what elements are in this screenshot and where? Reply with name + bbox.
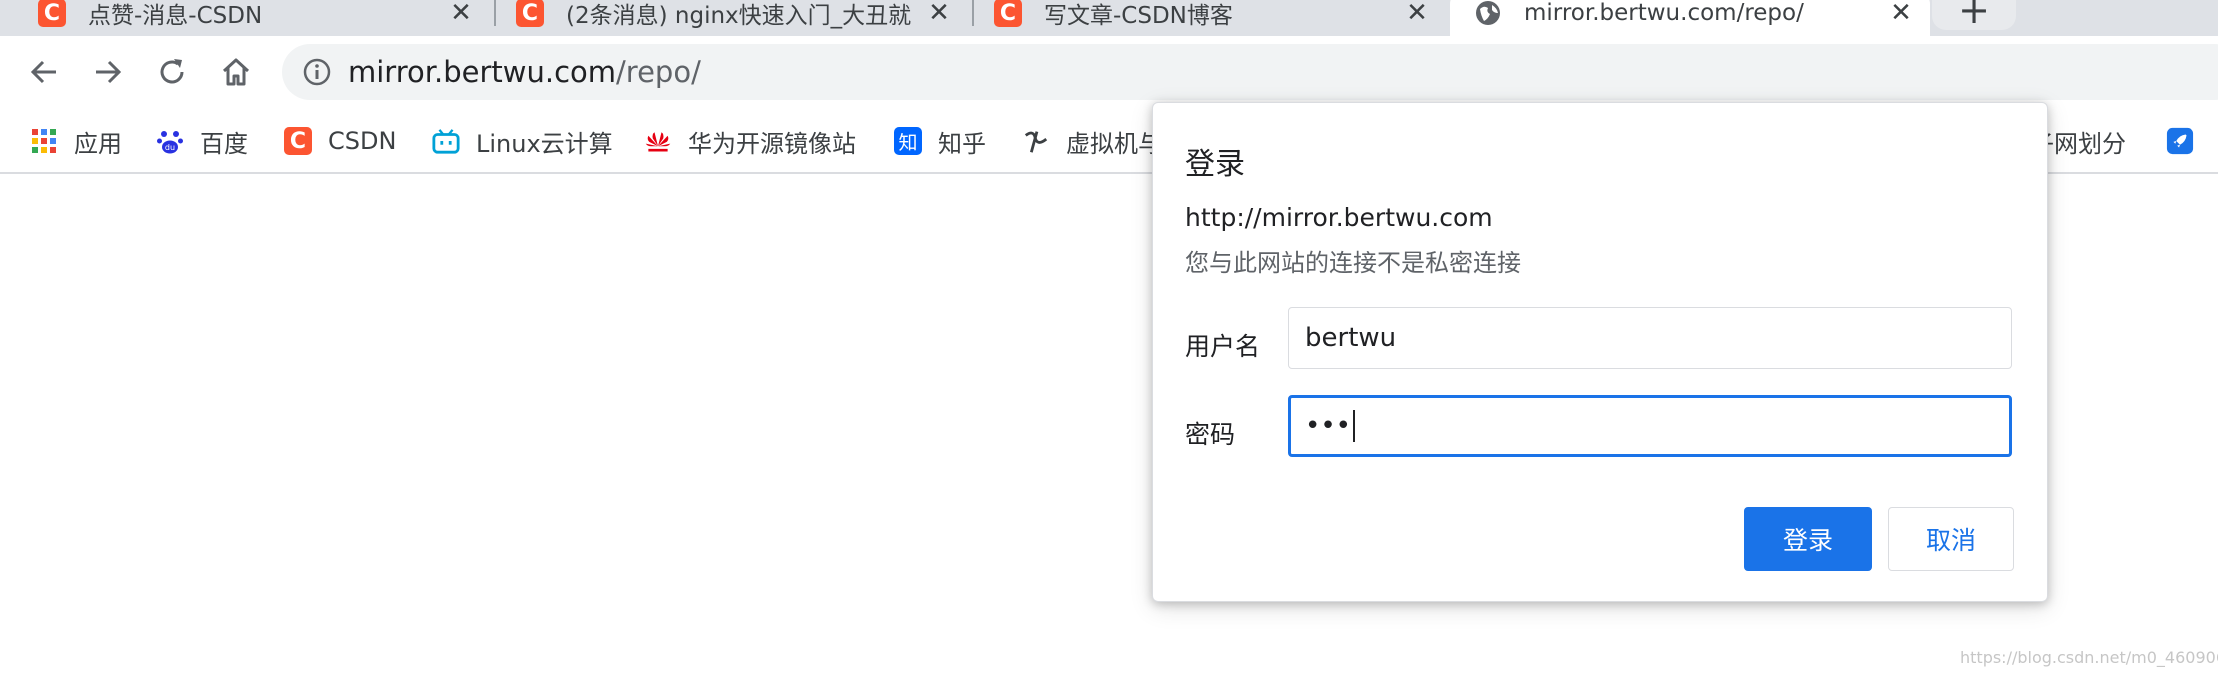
globe-icon (1474, 0, 1502, 27)
vm-logo-icon (1022, 127, 1050, 155)
close-icon[interactable]: ✕ (1402, 0, 1432, 28)
tab-nginx[interactable]: C (2条消息) nginx快速入门_大丑就 ✕ (478, 0, 968, 36)
bookmark-label: 知乎 (938, 129, 986, 158)
forward-arrow-icon (96, 60, 122, 84)
password-input[interactable]: ••• (1288, 395, 2012, 457)
huawei-icon (644, 127, 672, 155)
tab-title: 写文章-CSDN博客 (1044, 3, 1233, 29)
back-arrow-icon (30, 60, 56, 84)
address-path: /repo/ (616, 55, 701, 89)
bookmark-label: 百度 (200, 129, 248, 158)
tab-csdn-likes[interactable]: C 点赞-消息-CSDN ✕ (0, 0, 490, 36)
bookmark-label: CSDN (328, 127, 397, 155)
bilibili-tv-icon (432, 127, 460, 155)
svg-text:du: du (165, 143, 175, 152)
bookmark-apps[interactable]: 应用 (30, 122, 122, 160)
text-caret (1353, 410, 1356, 442)
zhihu-icon: 知 (894, 127, 922, 155)
username-label: 用户名 (1185, 332, 1261, 361)
csdn-icon: C (516, 0, 544, 27)
close-icon[interactable]: ✕ (446, 0, 476, 28)
password-mask: ••• (1305, 411, 1352, 441)
bookmark-label: Linux云计算 (476, 129, 613, 158)
tab-strip: C 点赞-消息-CSDN ✕ C (2条消息) nginx快速入门_大丑就 ✕ … (0, 0, 2218, 36)
baidu-paw-icon: du (156, 127, 184, 155)
tab-title: (2条消息) nginx快速入门_大丑就 (566, 3, 912, 29)
password-label: 密码 (1185, 420, 1236, 449)
watermark: https://blog.csdn.net/m0_46090675 (1960, 648, 2218, 667)
bookmark-huawei-mirror[interactable]: 华为开源镜像站 (644, 122, 856, 160)
dialog-title: 登录 (1185, 147, 1245, 182)
login-button[interactable]: 登录 (1744, 507, 1872, 571)
csdn-icon: C (38, 0, 66, 27)
tab-title: 点赞-消息-CSDN (88, 3, 263, 29)
csdn-icon: C (994, 0, 1022, 27)
reload-icon (160, 59, 184, 84)
bookmark-baidu[interactable]: du 百度 (156, 122, 248, 160)
bookmark-rocket[interactable] (2166, 122, 2210, 160)
reload-button[interactable] (150, 50, 194, 94)
username-input[interactable]: bertwu (1288, 307, 2012, 369)
bookmark-zhihu[interactable]: 知 知乎 (894, 122, 986, 160)
dialog-site-url: http://mirror.bertwu.com (1185, 203, 1493, 232)
bookmark-vm[interactable]: 虚拟机与 (1022, 122, 1162, 160)
cancel-button[interactable]: 取消 (1888, 507, 2014, 571)
rocket-icon (2166, 127, 2194, 155)
csdn-icon: C (284, 127, 312, 155)
login-dialog: 登录 http://mirror.bertwu.com 您与此网站的连接不是私密… (1152, 102, 2048, 602)
bookmark-label: 华为开源镜像站 (688, 129, 856, 158)
close-icon[interactable]: ✕ (1886, 0, 1916, 28)
browser-toolbar: mirror.bertwu.com /repo/ (0, 36, 2218, 108)
apps-grid-icon (30, 127, 58, 155)
address-bar[interactable]: mirror.bertwu.com /repo/ (282, 44, 2218, 100)
back-button[interactable] (22, 50, 66, 94)
tab-title: mirror.bertwu.com/repo/ (1524, 0, 1804, 26)
tab-mirror-active[interactable]: mirror.bertwu.com/repo/ ✕ (1450, 0, 1930, 36)
username-value: bertwu (1305, 323, 1397, 353)
bookmark-linux-cloud[interactable]: Linux云计算 (432, 122, 613, 160)
bookmark-label: 应用 (74, 129, 122, 158)
bookmark-csdn[interactable]: C CSDN (284, 122, 396, 160)
home-button[interactable] (214, 50, 258, 94)
address-host: mirror.bertwu.com (348, 55, 617, 89)
close-icon[interactable]: ✕ (924, 0, 954, 28)
tab-write-article[interactable]: C 写文章-CSDN博客 ✕ (956, 0, 1446, 36)
info-icon[interactable] (300, 55, 334, 89)
new-tab-button[interactable]: + (1932, 0, 2016, 32)
home-icon (222, 58, 250, 86)
bookmark-label: 虚拟机与 (1066, 129, 1162, 158)
zhihu-badge: 知 (894, 127, 922, 155)
dialog-connection-warning: 您与此网站的连接不是私密连接 (1185, 249, 1521, 277)
forward-button[interactable] (86, 50, 130, 94)
